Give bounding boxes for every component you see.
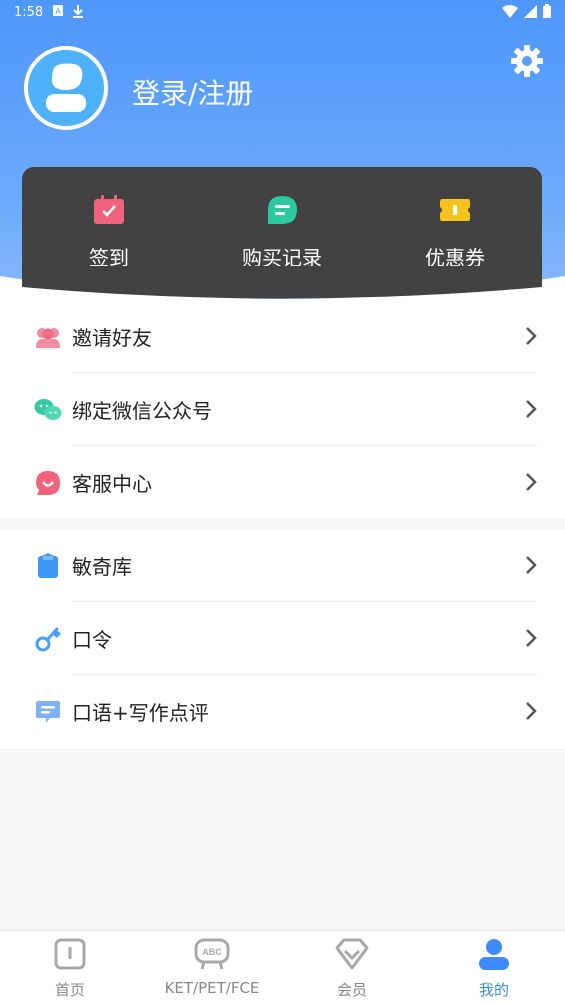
menu-section-1: 邀请好友 绑定微信公众号 客服中心 bbox=[0, 300, 565, 519]
menu-item-label: 口令 bbox=[72, 628, 112, 652]
menu-item-mingqiku[interactable]: 敏奇库 bbox=[0, 529, 565, 602]
login-register-link[interactable]: 登录/注册 bbox=[132, 72, 253, 112]
menu-item-customer-service[interactable]: 客服中心 bbox=[0, 446, 565, 519]
menu-item-password[interactable]: 口令 bbox=[0, 602, 565, 675]
profile-icon bbox=[479, 939, 509, 970]
nav-tab-label: 首页 bbox=[54, 981, 85, 999]
wechat-icon bbox=[34, 398, 62, 420]
menu-item-label: 邀请好友 bbox=[72, 326, 152, 350]
download-icon bbox=[73, 5, 83, 18]
menu-item-label: 口语+写作点评 bbox=[72, 701, 209, 725]
book-icon bbox=[38, 552, 58, 578]
quick-action-coupons[interactable]: 优惠券 bbox=[395, 195, 515, 271]
nav-tab-label: 会员 bbox=[336, 981, 367, 999]
nav-tab-ket-pet-fce[interactable]: ABC KET/PET/FCE bbox=[142, 937, 282, 997]
menu-item-label: 绑定微信公众号 bbox=[72, 399, 212, 423]
menu-item-label: 客服中心 bbox=[72, 472, 152, 496]
quick-action-purchases[interactable]: 购买记录 bbox=[222, 195, 342, 271]
avatar[interactable] bbox=[24, 46, 108, 130]
message-icon bbox=[36, 700, 60, 723]
ticket-icon bbox=[440, 199, 470, 221]
menu-section-2: 敏奇库 口令 口语+写作点评 bbox=[0, 529, 565, 748]
key-icon bbox=[35, 627, 61, 651]
status-time: 1:58 bbox=[14, 5, 44, 20]
chat-bubble-icon bbox=[268, 196, 297, 224]
headset-icon bbox=[36, 470, 60, 495]
chevron-right-icon bbox=[526, 473, 537, 491]
notification-a-icon: A bbox=[53, 5, 63, 16]
nav-tab-membership[interactable]: 会员 bbox=[282, 937, 422, 1000]
quick-action-checkin[interactable]: 签到 bbox=[49, 195, 169, 271]
home-icon bbox=[54, 938, 86, 970]
nav-tab-label: KET/PET/FCE bbox=[164, 979, 260, 997]
menu-item-invite-friends[interactable]: 邀请好友 bbox=[0, 300, 565, 373]
bottom-navigation: 首页 ABC KET/PET/FCE 会员 我的 bbox=[0, 930, 565, 1004]
chevron-right-icon bbox=[526, 327, 537, 345]
chevron-right-icon bbox=[526, 400, 537, 418]
users-icon bbox=[36, 327, 60, 348]
calendar-check-icon bbox=[94, 195, 124, 224]
wifi-icon bbox=[502, 4, 518, 18]
abc-icon: ABC bbox=[194, 938, 230, 970]
battery-icon bbox=[543, 4, 551, 18]
chevron-right-icon bbox=[526, 629, 537, 647]
menu-item-label: 敏奇库 bbox=[72, 555, 132, 579]
menu-item-speaking-writing-review[interactable]: 口语+写作点评 bbox=[0, 675, 565, 748]
chevron-right-icon bbox=[526, 556, 537, 574]
menu-item-bind-wechat[interactable]: 绑定微信公众号 bbox=[0, 373, 565, 446]
chevron-right-icon bbox=[526, 702, 537, 720]
nav-tab-mine[interactable]: 我的 bbox=[424, 937, 564, 1000]
user-avatar-icon bbox=[46, 63, 86, 112]
status-bar: 1:58 A bbox=[0, 0, 565, 26]
nav-tab-label: 我的 bbox=[478, 981, 509, 999]
signal-icon bbox=[524, 4, 537, 18]
svg-text:ABC: ABC bbox=[202, 947, 222, 957]
diamond-icon bbox=[335, 938, 369, 970]
settings-gear-icon[interactable] bbox=[510, 44, 544, 78]
svg-text:A: A bbox=[55, 7, 61, 16]
nav-tab-home[interactable]: 首页 bbox=[0, 937, 140, 1000]
